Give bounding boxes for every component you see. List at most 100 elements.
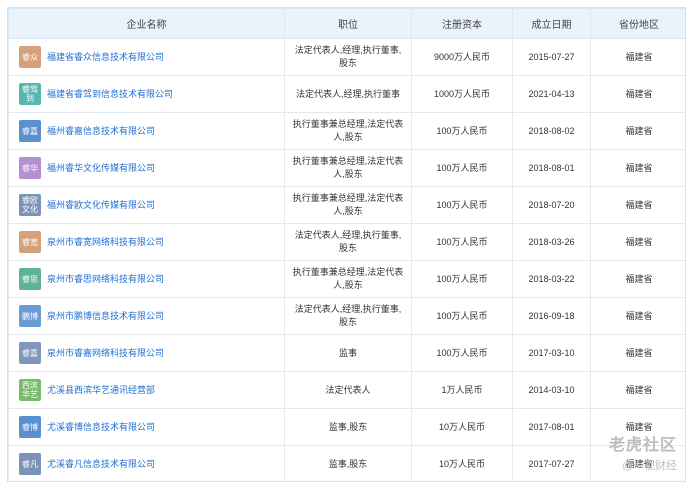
position-cell: 执行董事兼总经理,法定代表人,股东: [284, 186, 412, 224]
date-cell: 2018-03-26: [512, 223, 591, 261]
region-cell: 福建省: [590, 408, 685, 446]
table-row: 西滨华艺 尤溪县西滨华艺通讯经营部 法定代表人 1万人民币 2014-03-10 福建省: [8, 371, 685, 409]
position-cell: 法定代表人: [284, 371, 412, 409]
company-link[interactable]: 尤溪睿凡信息技术有限公司: [47, 458, 155, 471]
company-name-cell: 睿嘉 福州睿嘉信息技术有限公司: [8, 112, 285, 150]
date-cell: 2017-03-10: [512, 334, 591, 372]
company-name-cell: 睿博 尤溪睿博信息技术有限公司: [8, 408, 285, 446]
company-name-cell: 睿华 福州睿华文化传媒有限公司: [8, 149, 285, 187]
company-link[interactable]: 尤溪睿博信息技术有限公司: [47, 421, 155, 434]
date-cell: 2018-07-20: [512, 186, 591, 224]
position-cell: 执行董事兼总经理,法定代表人,股东: [284, 260, 412, 298]
capital-cell: 100万人民币: [411, 149, 513, 187]
region-cell: 福建省: [590, 75, 685, 113]
position-cell: 法定代表人,经理,执行董事,股东: [284, 297, 412, 335]
date-cell: 2017-07-27: [512, 445, 591, 481]
company-logo: 睿驾到: [19, 83, 41, 105]
company-logo: 睿嘉: [19, 342, 41, 364]
company-link[interactable]: 泉州市睿宽网络科技有限公司: [47, 236, 164, 249]
date-cell: 2018-08-01: [512, 149, 591, 187]
date-cell: 2016-09-18: [512, 297, 591, 335]
company-link[interactable]: 福州睿欧文化传媒有限公司: [47, 199, 155, 212]
company-link[interactable]: 福建省睿驾到信息技术有限公司: [47, 88, 173, 101]
region-cell: 福建省: [590, 223, 685, 261]
capital-cell: 100万人民币: [411, 334, 513, 372]
region-cell: 福建省: [590, 186, 685, 224]
table-header-row: 企业名称 职位 注册资本 成立日期 省份地区: [8, 8, 685, 39]
position-cell: 法定代表人,经理,执行董事,股东: [284, 38, 412, 76]
date-cell: 2018-08-02: [512, 112, 591, 150]
company-logo: 睿嘉: [19, 120, 41, 142]
region-cell: 福建省: [590, 445, 685, 481]
company-link[interactable]: 泉州市睿嘉网络科技有限公司: [47, 347, 164, 360]
table-row: 睿驾到 福建省睿驾到信息技术有限公司 法定代表人,经理,执行董事 1000万人民币 20…: [8, 75, 685, 113]
table-row: 睿思 泉州市睿思网络科技有限公司 执行董事兼总经理,法定代表人,股东 100万人民币 2…: [8, 260, 685, 298]
position-cell: 执行董事兼总经理,法定代表人,股东: [284, 149, 412, 187]
position-cell: 监事: [284, 334, 412, 372]
header-region: 省份地区: [590, 8, 685, 39]
company-logo: 睿博: [19, 416, 41, 438]
table-row: 睿华 福州睿华文化传媒有限公司 执行董事兼总经理,法定代表人,股东 100万人民币 20…: [8, 149, 685, 187]
company-name-cell: 鹏博 泉州市鹏博信息技术有限公司: [8, 297, 285, 335]
company-logo: 睿凡: [19, 453, 41, 475]
company-link[interactable]: 泉州市鹏博信息技术有限公司: [47, 310, 164, 323]
company-name-cell: 睿宽 泉州市睿宽网络科技有限公司: [8, 223, 285, 261]
header-capital: 注册资本: [411, 8, 513, 39]
company-link[interactable]: 福州睿华文化传媒有限公司: [47, 162, 155, 175]
header-position: 职位: [284, 8, 412, 39]
table-row: 睿众 福建省睿众信息技术有限公司 法定代表人,经理,执行董事,股东 9000万人民币 2…: [8, 38, 685, 76]
header-date: 成立日期: [512, 8, 591, 39]
capital-cell: 10万人民币: [411, 408, 513, 446]
company-table-panel: 企业名称 职位 注册资本 成立日期 省份地区 睿众 福建省睿众信息技术有限公司 法定…: [7, 7, 686, 482]
region-cell: 福建省: [590, 334, 685, 372]
company-name-cell: 西滨华艺 尤溪县西滨华艺通讯经营部: [8, 371, 285, 409]
capital-cell: 10万人民币: [411, 445, 513, 481]
company-link[interactable]: 尤溪县西滨华艺通讯经营部: [47, 384, 155, 397]
capital-cell: 1000万人民币: [411, 75, 513, 113]
company-logo: 睿华: [19, 157, 41, 179]
table-row: 睿宽 泉州市睿宽网络科技有限公司 法定代表人,经理,执行董事,股东 100万人民币 20…: [8, 223, 685, 261]
company-name-cell: 睿思 泉州市睿思网络科技有限公司: [8, 260, 285, 298]
region-cell: 福建省: [590, 297, 685, 335]
capital-cell: 100万人民币: [411, 112, 513, 150]
table-row: 睿凡 尤溪睿凡信息技术有限公司 监事,股东 10万人民币 2017-07-27 福建省: [8, 445, 685, 481]
capital-cell: 1万人民币: [411, 371, 513, 409]
company-name-cell: 睿凡 尤溪睿凡信息技术有限公司: [8, 445, 285, 481]
company-logo: 睿思: [19, 268, 41, 290]
date-cell: 2017-08-01: [512, 408, 591, 446]
company-table: 企业名称 职位 注册资本 成立日期 省份地区 睿众 福建省睿众信息技术有限公司 法定…: [8, 8, 685, 481]
position-cell: 执行董事兼总经理,法定代表人,股东: [284, 112, 412, 150]
table-row: 睿博 尤溪睿博信息技术有限公司 监事,股东 10万人民币 2017-08-01 福建省: [8, 408, 685, 446]
company-logo: 睿众: [19, 46, 41, 68]
company-link[interactable]: 福州睿嘉信息技术有限公司: [47, 125, 155, 138]
company-link[interactable]: 泉州市睿思网络科技有限公司: [47, 273, 164, 286]
company-name-cell: 睿欧文化 福州睿欧文化传媒有限公司: [8, 186, 285, 224]
date-cell: 2018-03-22: [512, 260, 591, 298]
position-cell: 法定代表人,经理,执行董事: [284, 75, 412, 113]
company-name-cell: 睿众 福建省睿众信息技术有限公司: [8, 38, 285, 76]
region-cell: 福建省: [590, 371, 685, 409]
date-cell: 2015-07-27: [512, 38, 591, 76]
table-row: 鹏博 泉州市鹏博信息技术有限公司 法定代表人,经理,执行董事,股东 100万人民币 20…: [8, 297, 685, 335]
capital-cell: 100万人民币: [411, 223, 513, 261]
region-cell: 福建省: [590, 260, 685, 298]
header-company-name: 企业名称: [8, 8, 285, 39]
table-body: 睿众 福建省睿众信息技术有限公司 法定代表人,经理,执行董事,股东 9000万人民币 2…: [8, 38, 685, 481]
company-link[interactable]: 福建省睿众信息技术有限公司: [47, 51, 164, 64]
table-row: 睿嘉 福州睿嘉信息技术有限公司 执行董事兼总经理,法定代表人,股东 100万人民币 20…: [8, 112, 685, 150]
date-cell: 2014-03-10: [512, 371, 591, 409]
position-cell: 监事,股东: [284, 445, 412, 481]
date-cell: 2021-04-13: [512, 75, 591, 113]
company-logo: 睿欧文化: [19, 194, 41, 216]
region-cell: 福建省: [590, 112, 685, 150]
region-cell: 福建省: [590, 149, 685, 187]
company-name-cell: 睿嘉 泉州市睿嘉网络科技有限公司: [8, 334, 285, 372]
capital-cell: 100万人民币: [411, 260, 513, 298]
company-name-cell: 睿驾到 福建省睿驾到信息技术有限公司: [8, 75, 285, 113]
capital-cell: 100万人民币: [411, 297, 513, 335]
position-cell: 监事,股东: [284, 408, 412, 446]
company-logo: 睿宽: [19, 231, 41, 253]
company-logo: 鹏博: [19, 305, 41, 327]
region-cell: 福建省: [590, 38, 685, 76]
table-row: 睿嘉 泉州市睿嘉网络科技有限公司 监事 100万人民币 2017-03-10 福建省: [8, 334, 685, 372]
